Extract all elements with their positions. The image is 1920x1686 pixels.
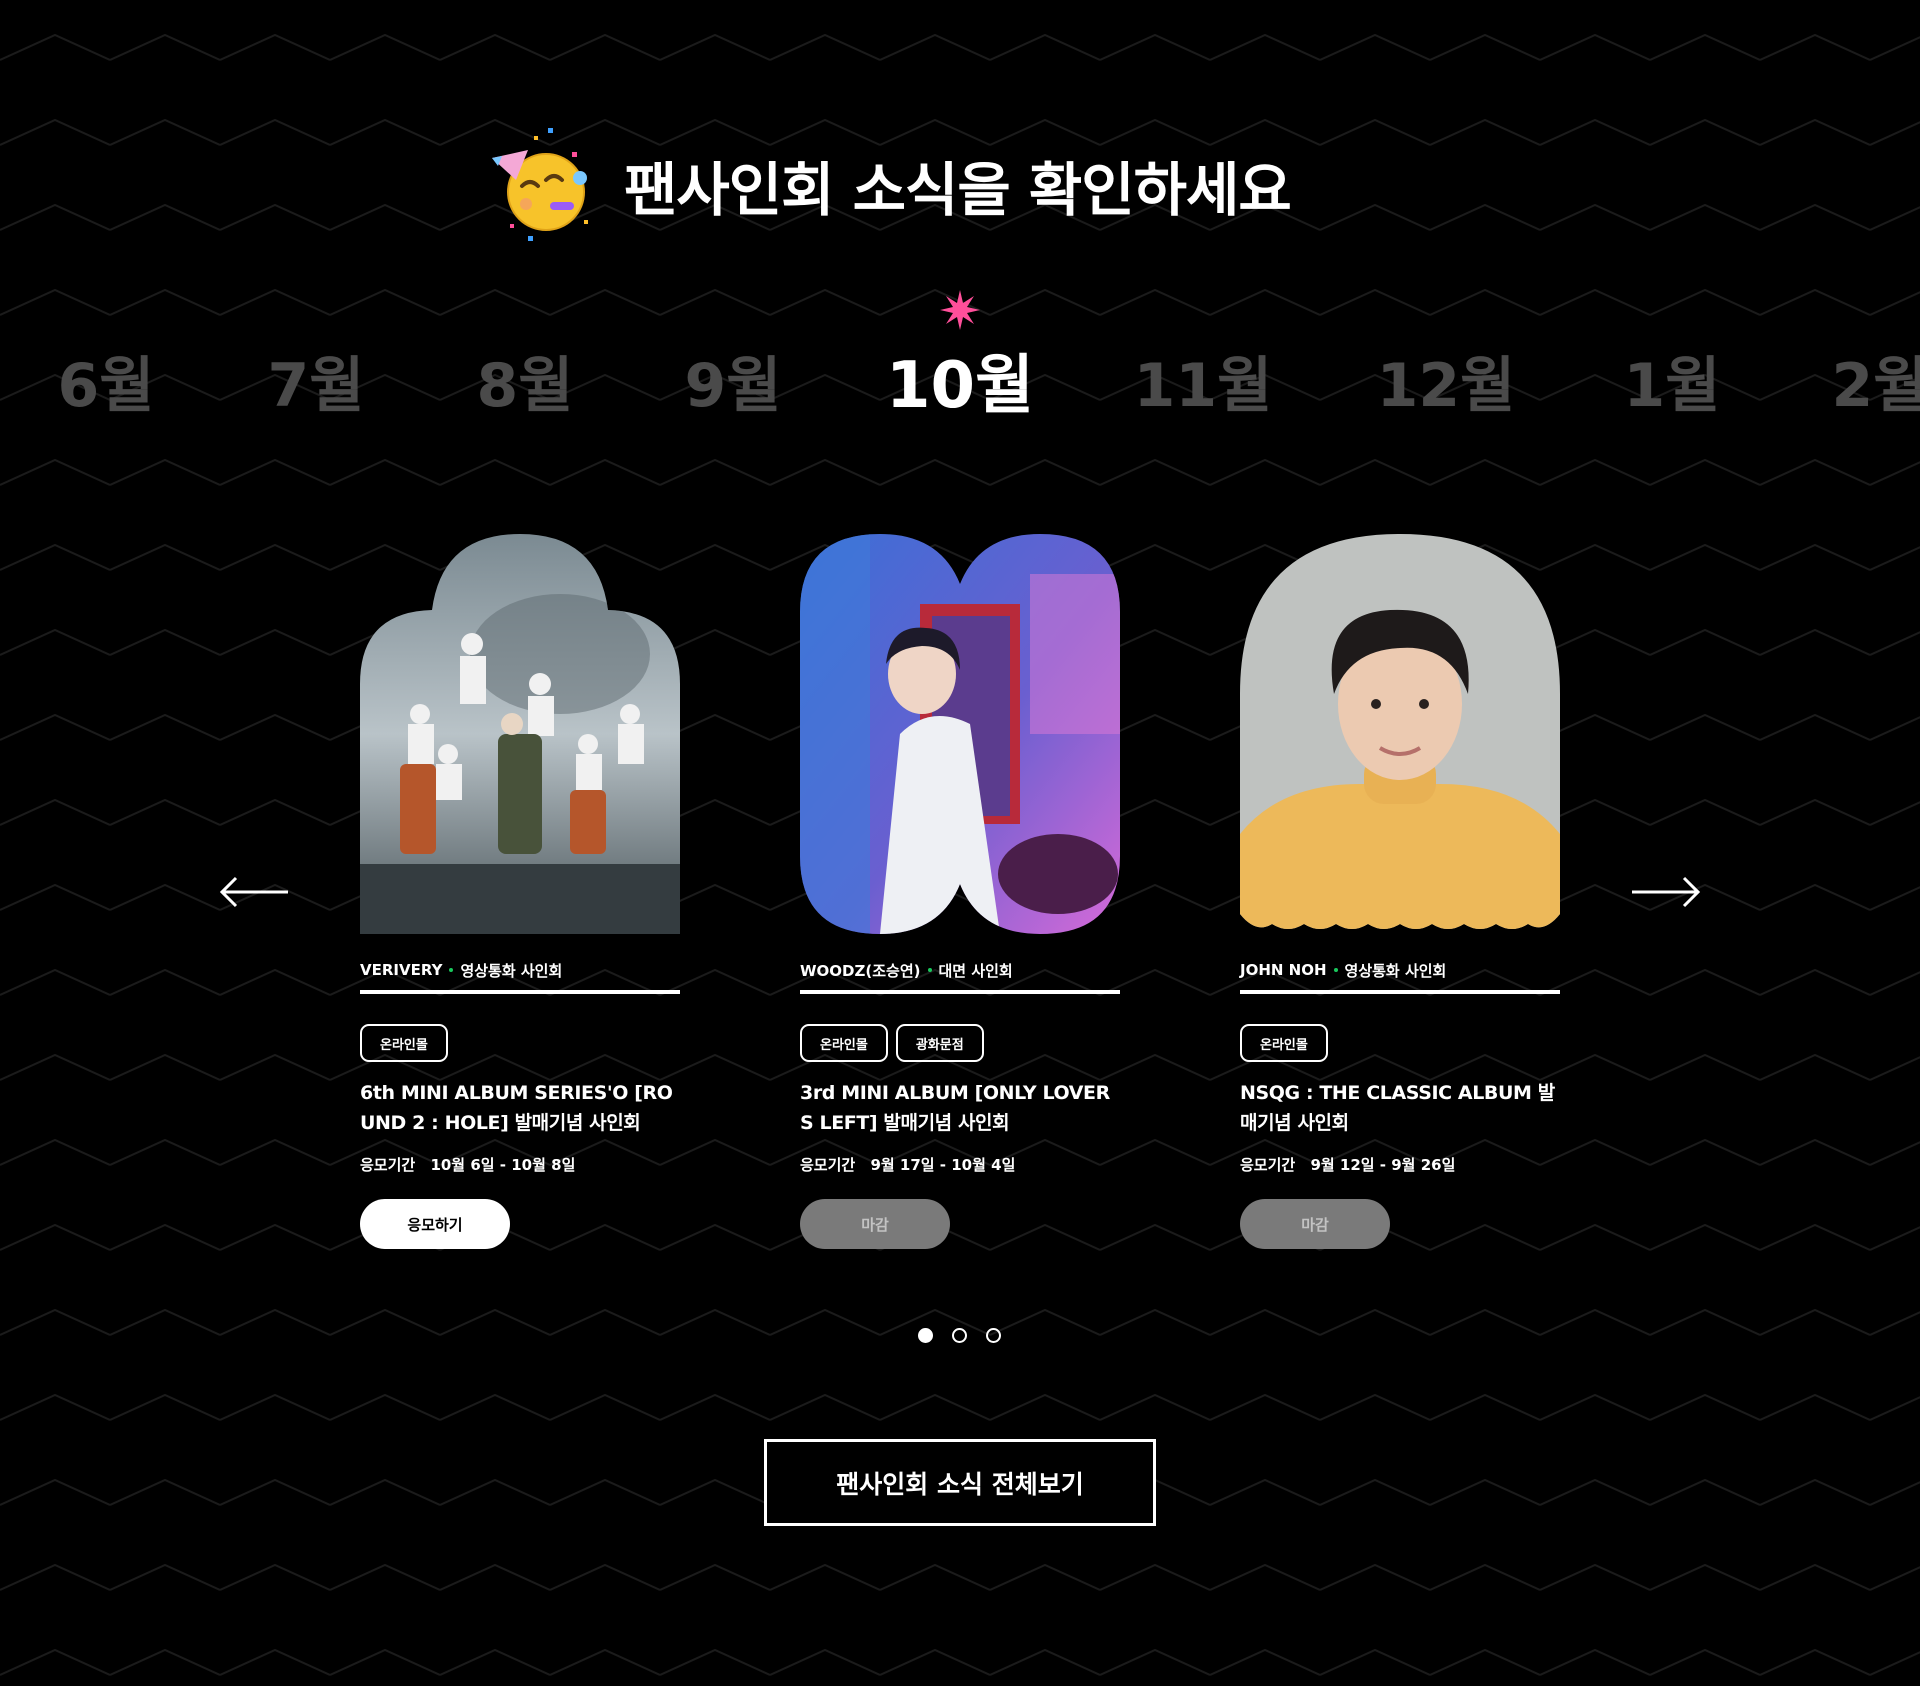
view-all-button[interactable]: 팬사인회 소식 전체보기 bbox=[764, 1439, 1156, 1526]
month-tab-1[interactable]: 1월 bbox=[1624, 346, 1721, 426]
fansign-card: VERIVERY 영상통화 사인회 온라인몰 6th MINI ALBUM SE… bbox=[360, 534, 680, 1249]
month-tab-12[interactable]: 12월 bbox=[1377, 346, 1516, 426]
party-face-icon bbox=[492, 128, 588, 241]
arrow-left-icon[interactable] bbox=[218, 874, 290, 910]
separator-dot-icon bbox=[449, 968, 454, 972]
event-title[interactable]: 6th MINI ALBUM SERIES'O [ROUND 2 : HOLE]… bbox=[360, 1078, 680, 1138]
event-type: 대면 사인회 bbox=[938, 961, 1013, 980]
month-selector: 6월 7월 8월 9월 10월 11월 12월 1월 2월 bbox=[0, 336, 1920, 426]
artist-name: WOODZ(조승연) bbox=[800, 961, 921, 980]
section-header: 팬사인회 소식을 확인하세요 bbox=[0, 128, 1920, 248]
carousel-pagination bbox=[0, 1328, 1920, 1344]
sparkle-star-icon bbox=[940, 290, 980, 330]
period-label: 응모기간 bbox=[360, 1156, 416, 1174]
fansign-card: JOHN NOH 영상통화 사인회 온라인몰 NSQG : THE CLASSI… bbox=[1240, 534, 1560, 1249]
solo-photo[interactable] bbox=[800, 534, 1120, 934]
page-title: 팬사인회 소식을 확인하세요 bbox=[624, 156, 1292, 224]
event-title[interactable]: NSQG : THE CLASSIC ALBUM 발매기념 사인회 bbox=[1240, 1078, 1560, 1138]
event-type: 영상통화 사인회 bbox=[460, 961, 563, 980]
separator-dot-icon bbox=[1333, 968, 1338, 972]
month-tab-2[interactable]: 2월 bbox=[1832, 346, 1920, 426]
month-tab-11[interactable]: 11월 bbox=[1134, 346, 1273, 426]
divider bbox=[800, 990, 1120, 994]
closed-button[interactable]: 마감 bbox=[800, 1199, 950, 1249]
divider bbox=[1240, 990, 1560, 994]
tag-badge: 광화문점 bbox=[895, 1024, 984, 1062]
period-label: 응모기간 bbox=[800, 1156, 856, 1174]
application-period: 응모기간 10월 6일 - 10월 8일 bbox=[360, 1154, 680, 1175]
artist-name: JOHN NOH bbox=[1240, 961, 1327, 979]
period-label: 응모기간 bbox=[1240, 1156, 1296, 1174]
card-header: VERIVERY 영상통화 사인회 bbox=[360, 960, 680, 980]
period-dates: 10월 6일 - 10월 8일 bbox=[430, 1156, 576, 1174]
arrow-right-icon[interactable] bbox=[1630, 874, 1702, 910]
divider bbox=[360, 990, 680, 994]
period-dates: 9월 12일 - 9월 26일 bbox=[1310, 1156, 1456, 1174]
card-header: JOHN NOH 영상통화 사인회 bbox=[1240, 960, 1560, 980]
application-period: 응모기간 9월 12일 - 9월 26일 bbox=[1240, 1154, 1560, 1175]
apply-button[interactable]: 응모하기 bbox=[360, 1199, 510, 1249]
month-tab-8[interactable]: 8월 bbox=[477, 346, 574, 426]
month-tab-9[interactable]: 9월 bbox=[685, 346, 782, 426]
fansign-section: 팬사인회 소식을 확인하세요 6월 7월 8월 9월 10월 11월 12월 1… bbox=[0, 0, 1920, 1686]
fansign-card: WOODZ(조승연) 대면 사인회 온라인몰 광화문점 3rd MINI ALB… bbox=[800, 534, 1120, 1249]
artist-name: VERIVERY bbox=[360, 961, 443, 979]
month-tab-7[interactable]: 7월 bbox=[268, 346, 365, 426]
month-tab-6[interactable]: 6월 bbox=[58, 346, 155, 426]
tag-badge: 온라인몰 bbox=[800, 1024, 888, 1062]
month-tab-10[interactable]: 10월 bbox=[886, 346, 1034, 426]
tag-list: 온라인몰 광화문점 bbox=[800, 1024, 1120, 1062]
group-photo[interactable] bbox=[360, 534, 680, 934]
tag-badge: 온라인몰 bbox=[360, 1024, 448, 1062]
card-header: WOODZ(조승연) 대면 사인회 bbox=[800, 960, 1120, 980]
pagination-dot-1[interactable] bbox=[918, 1328, 933, 1343]
event-title[interactable]: 3rd MINI ALBUM [ONLY LOVERS LEFT] 발매기념 사… bbox=[800, 1078, 1120, 1138]
closed-button[interactable]: 마감 bbox=[1240, 1199, 1390, 1249]
portrait-photo[interactable] bbox=[1240, 534, 1560, 934]
application-period: 응모기간 9월 17일 - 10월 4일 bbox=[800, 1154, 1120, 1175]
period-dates: 9월 17일 - 10월 4일 bbox=[870, 1156, 1016, 1174]
pagination-dot-3[interactable] bbox=[986, 1328, 1001, 1343]
tag-list: 온라인몰 bbox=[1240, 1024, 1560, 1062]
event-type: 영상통화 사인회 bbox=[1344, 961, 1447, 980]
tag-list: 온라인몰 bbox=[360, 1024, 680, 1062]
separator-dot-icon bbox=[927, 968, 932, 972]
pagination-dot-2[interactable] bbox=[952, 1328, 967, 1343]
tag-badge: 온라인몰 bbox=[1240, 1024, 1328, 1062]
